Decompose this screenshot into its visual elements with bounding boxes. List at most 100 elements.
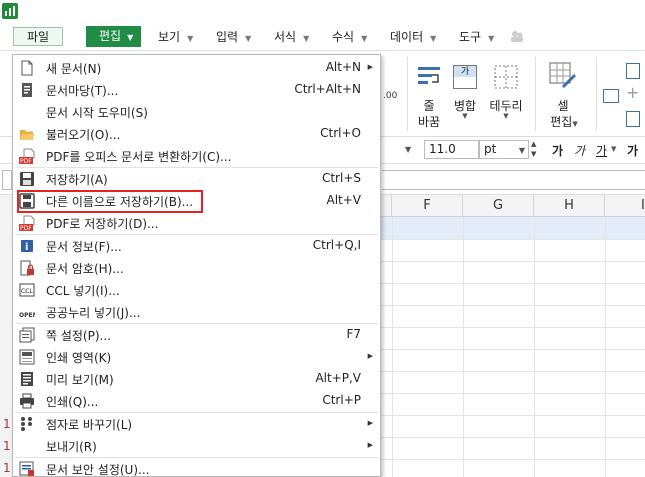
menu-item-doc-password[interactable]: 문서 암호(H)... [13, 257, 380, 279]
menu-item-save-pdf[interactable]: PDF PDF로 저장하기(D)... [13, 212, 380, 234]
column-header[interactable] [380, 195, 392, 217]
formula-input[interactable] [382, 170, 645, 190]
menu-view[interactable]: 보기 ▼ [158, 28, 193, 45]
menu-item-label: 인쇄(Q)... [46, 395, 99, 409]
menu-item-security[interactable]: 문서 보안 설정(U)... [13, 458, 380, 477]
menu-item-open[interactable]: 불러오기(O)... Ctrl+O [13, 123, 380, 145]
save-icon [19, 171, 35, 187]
grid-line [534, 217, 535, 477]
menu-item-label: 공공누리 넣기(J)... [46, 306, 141, 320]
menu-item-page-setup[interactable]: 쪽 설정(P)... F7 [13, 324, 380, 346]
menu-tools-label: 도구 [459, 30, 482, 44]
row-number[interactable]: 1 [3, 439, 11, 453]
chevron-down-icon[interactable]: ▼ [611, 145, 616, 153]
menu-item-label: 문서 정보(F)... [46, 240, 122, 254]
menu-item-shortcut: F7 [346, 327, 361, 341]
menu-item-doc-info[interactable]: i 문서 정보(F)... Ctrl+Q,I [13, 235, 380, 257]
menu-item-shortcut: Ctrl+S [321, 171, 361, 185]
insert-column-icon[interactable] [603, 89, 619, 103]
menu-item-new-document[interactable]: 새 문서(N) Alt+N ▶ [13, 57, 380, 79]
font-size-input[interactable]: 11.0 [424, 140, 479, 159]
chevron-down-icon[interactable]: ▼ [405, 145, 411, 154]
chevron-down-icon: ▼ [187, 34, 194, 43]
menu-item-send[interactable]: 보내기(R) ▶ [13, 435, 380, 457]
file-menu-dropdown: 새 문서(N) Alt+N ▶ 문서마당(T)... Ctrl+Alt+N 문서… [12, 54, 381, 477]
ccl-icon: CCL [19, 282, 35, 298]
chevron-down-icon: ▼ [361, 34, 368, 43]
plus-icon[interactable]: + [626, 85, 639, 101]
grid-line [463, 217, 464, 477]
font-size-stepper[interactable]: ▲ ▼ [531, 139, 536, 159]
menu-item-print[interactable]: 인쇄(Q)... Ctrl+P [13, 390, 380, 412]
chevron-down-icon[interactable]: ▼ [486, 112, 526, 120]
ribbon-divider [535, 57, 536, 131]
menu-item-label: 저장하기(A) [46, 173, 108, 187]
menu-item-save[interactable]: 저장하기(A) Ctrl+S [13, 168, 380, 190]
pdf-convert-icon: PDF [19, 148, 35, 165]
menu-item-shortcut: Alt+N [325, 60, 361, 74]
name-box[interactable] [2, 170, 12, 190]
cell-edit-label: 셀 [557, 99, 569, 113]
menu-bar: 파일 편집 ▼ 보기 ▼ 입력 ▼ 서식 ▼ 수식 ▼ 데이터 ▼ 도구 ▼ [0, 22, 645, 51]
strikethrough-button[interactable]: 가 [627, 142, 638, 159]
menu-item-preview[interactable]: 미리 보기(M) Alt+P,V [13, 368, 380, 390]
menu-item-start-helper[interactable]: 문서 시작 도우미(S) [13, 101, 380, 123]
grid-line [605, 217, 606, 477]
menu-item-pdf-convert[interactable]: PDF PDF를 오피스 문서로 변환하기(C)... [13, 145, 380, 167]
svg-text:PDF: PDF [20, 158, 32, 164]
app-logo-icon [2, 3, 18, 19]
file-menu-tab[interactable]: 파일 [13, 27, 63, 46]
menu-formula[interactable]: 수식 ▼ [332, 28, 367, 45]
merge-cells-icon[interactable]: 가 [453, 65, 477, 89]
menu-item-ccl[interactable]: CCL CCL 넣기(I)... [13, 279, 380, 301]
menu-format[interactable]: 서식 ▼ [274, 28, 309, 45]
underline-button[interactable]: 가 [596, 142, 607, 159]
menu-insert[interactable]: 입력 ▼ [216, 28, 251, 45]
menu-data[interactable]: 데이터 ▼ [390, 28, 436, 45]
insert-row-icon[interactable] [626, 63, 640, 79]
menu-item-shortcut: Ctrl+O [320, 126, 361, 140]
ribbon-divider [596, 57, 597, 131]
menu-item-label: PDF로 저장하기(D)... [46, 217, 159, 231]
delete-row-icon[interactable] [626, 111, 640, 127]
column-header-i[interactable]: I [605, 195, 645, 217]
open-license-icon: OPEN [19, 304, 38, 320]
svg-text:PDF: PDF [20, 225, 32, 231]
bold-button[interactable]: 가 [552, 142, 563, 159]
unit-label: pt [484, 142, 497, 156]
chevron-down-icon[interactable]: ▼ [449, 112, 481, 120]
column-header-g[interactable]: G [463, 195, 534, 217]
printer-icon [19, 393, 35, 409]
menu-item-label: 점자로 바꾸기(L) [46, 418, 133, 432]
cell-edit-icon[interactable] [549, 62, 577, 90]
menu-item-template[interactable]: 문서마당(T)... Ctrl+Alt+N [13, 79, 380, 101]
unit-select[interactable]: pt ▼ [479, 140, 529, 159]
menu-item-open-license[interactable]: OPEN 공공누리 넣기(J)... [13, 301, 380, 323]
chevron-down-icon: ▼ [518, 146, 525, 155]
chevron-down-icon: ▼ [303, 34, 310, 43]
wrap-text-icon[interactable] [415, 63, 443, 93]
menu-item-braille[interactable]: 점자로 바꾸기(L) ▶ [13, 413, 380, 435]
template-icon [19, 82, 35, 98]
menu-item-label: 문서 보안 설정(U)... [46, 463, 150, 477]
cell-edit-label-2: 편집▼ [550, 115, 578, 129]
menu-item-print-area[interactable]: 인쇄 영역(K) ▶ [13, 346, 380, 368]
user-icon[interactable] [510, 30, 524, 42]
menu-tools[interactable]: 도구 ▼ [459, 28, 494, 45]
braille-icon [19, 416, 35, 432]
column-header-h[interactable]: H [534, 195, 605, 217]
row-number[interactable]: 1 [3, 461, 11, 475]
edit-menu-tab[interactable]: 편집 ▼ [86, 26, 141, 47]
page-setup-icon [19, 327, 35, 343]
row-number[interactable]: 1 [3, 417, 11, 431]
print-area-icon [19, 349, 35, 365]
menu-item-shortcut: Alt+V [326, 193, 361, 207]
menu-formula-label: 수식 [332, 30, 355, 44]
menu-item-shortcut: Ctrl+Alt+N [294, 82, 361, 96]
border-icon[interactable] [494, 65, 518, 89]
decimal-icon[interactable]: .00 [383, 91, 397, 101]
menu-item-label: 문서 암호(H)... [46, 262, 124, 276]
italic-button[interactable]: 가 [574, 142, 585, 159]
column-header-f[interactable]: F [392, 195, 463, 217]
menu-item-label: 문서마당(T)... [46, 84, 119, 98]
